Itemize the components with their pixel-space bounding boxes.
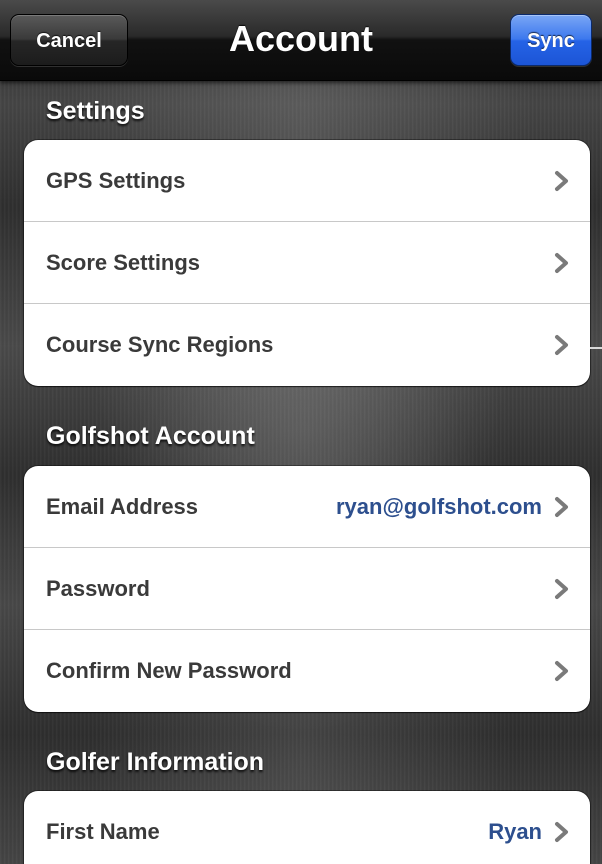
chevron-right-icon — [552, 496, 572, 518]
row-course-sync-regions[interactable]: Course Sync Regions — [24, 304, 590, 386]
row-gps-settings[interactable]: GPS Settings — [24, 140, 590, 222]
golfer-group: First Name Ryan — [24, 791, 590, 864]
settings-group: GPS Settings Score Settings Course Sync … — [24, 140, 590, 386]
row-password[interactable]: Password — [24, 548, 590, 630]
row-label: Password — [46, 576, 150, 601]
chevron-right-icon — [552, 252, 572, 274]
section-header-golfshot-account: Golfshot Account — [46, 422, 255, 450]
chevron-right-icon — [552, 578, 572, 600]
chevron-right-icon — [552, 334, 572, 356]
chevron-right-icon — [552, 170, 572, 192]
chevron-right-icon — [552, 821, 572, 843]
row-label: Email Address — [46, 494, 199, 519]
row-label: Confirm New Password — [46, 658, 292, 683]
row-email-address[interactable]: Email Address ryan@golfshot.com — [24, 466, 590, 548]
section-header-settings: Settings — [46, 97, 145, 125]
row-label: Course Sync Regions — [46, 332, 274, 357]
account-screen: Cancel Account Sync Settings GPS Setting… — [0, 0, 602, 864]
email-value: ryan@golfshot.com — [335, 494, 542, 519]
row-score-settings[interactable]: Score Settings — [24, 222, 590, 304]
row-label: First Name — [46, 819, 160, 844]
row-first-name[interactable]: First Name Ryan — [24, 791, 590, 864]
sync-button[interactable]: Sync — [510, 14, 592, 66]
section-header-golfer-information: Golfer Information — [46, 748, 265, 776]
row-label: Score Settings — [46, 250, 201, 275]
chevron-right-icon — [552, 660, 572, 682]
account-group: Email Address ryan@golfshot.com Password… — [24, 466, 590, 712]
row-confirm-new-password[interactable]: Confirm New Password — [24, 630, 590, 712]
first-name-value: Ryan — [488, 819, 542, 844]
row-label: GPS Settings — [46, 168, 186, 193]
edge-tick-mark — [590, 347, 602, 349]
navigation-bar: Cancel Account Sync — [0, 0, 602, 81]
